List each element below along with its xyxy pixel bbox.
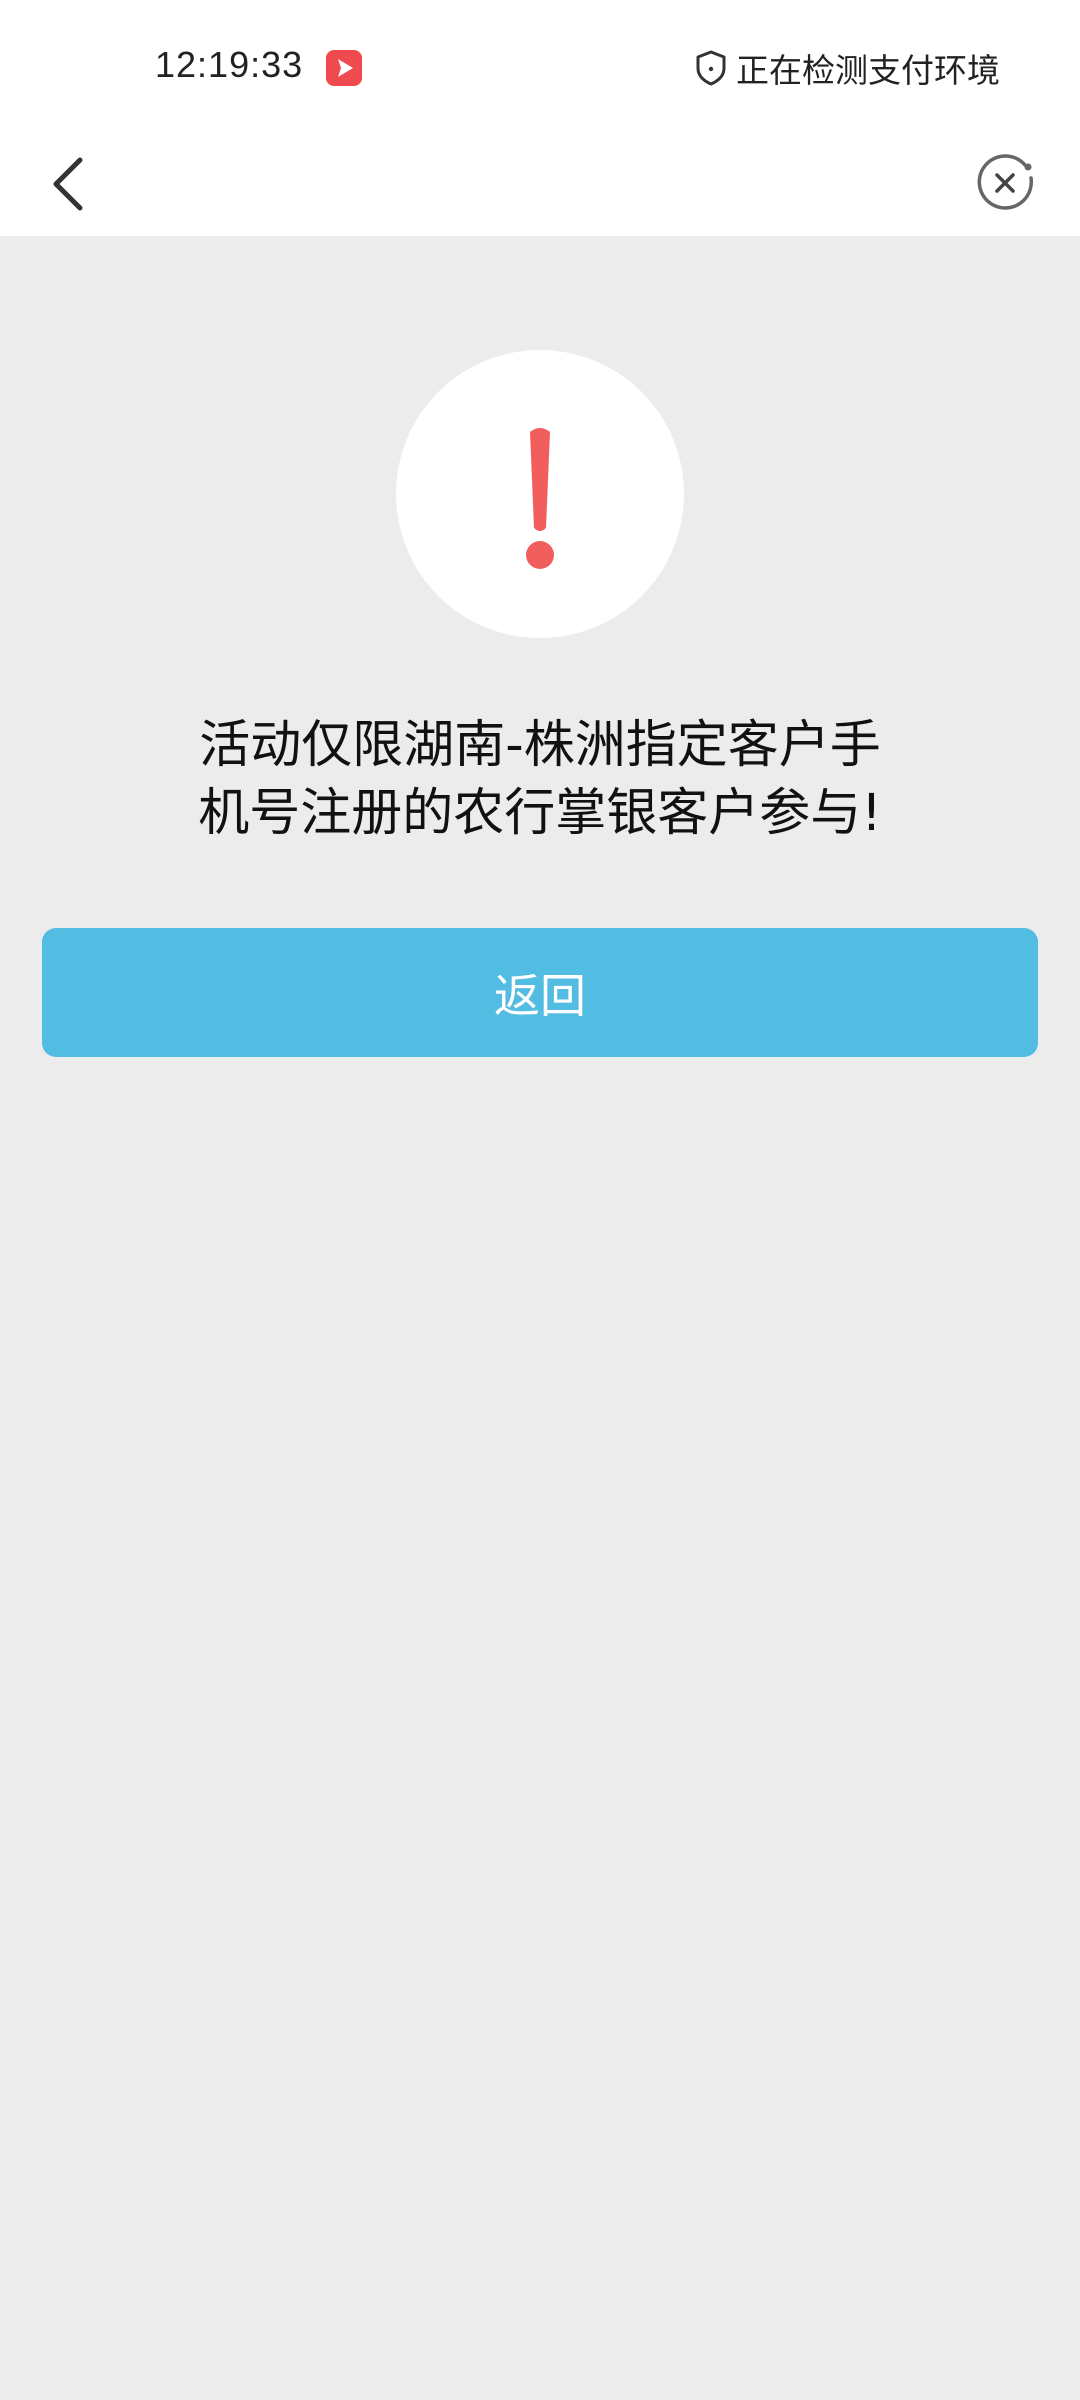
back-button[interactable]	[28, 135, 108, 236]
chevron-left-icon	[48, 156, 88, 216]
alert-icon-circle	[396, 350, 684, 638]
shield-icon	[694, 49, 728, 87]
alert-message: 活动仅限湖南-株洲指定客户手 机号注册的农行掌银客户参与!	[140, 712, 940, 848]
alert-message-line-1: 活动仅限湖南-株洲指定客户手	[199, 716, 881, 775]
return-button[interactable]: 返回	[42, 928, 1038, 1057]
security-status: 正在检测支付环境	[694, 44, 1000, 92]
nav-bar	[0, 135, 1080, 236]
close-circle-icon	[975, 153, 1037, 219]
video-play-icon	[326, 50, 362, 86]
security-status-text: 正在检测支付环境	[736, 51, 1000, 90]
alert-message-line-2: 机号注册的农行掌银客户参与!	[198, 784, 882, 843]
status-bar: 12:19:33 正在检测支付环境	[0, 0, 1080, 135]
close-button[interactable]	[966, 135, 1046, 236]
status-time: 12:19:33	[155, 44, 304, 85]
exclamation-icon	[396, 350, 684, 638]
